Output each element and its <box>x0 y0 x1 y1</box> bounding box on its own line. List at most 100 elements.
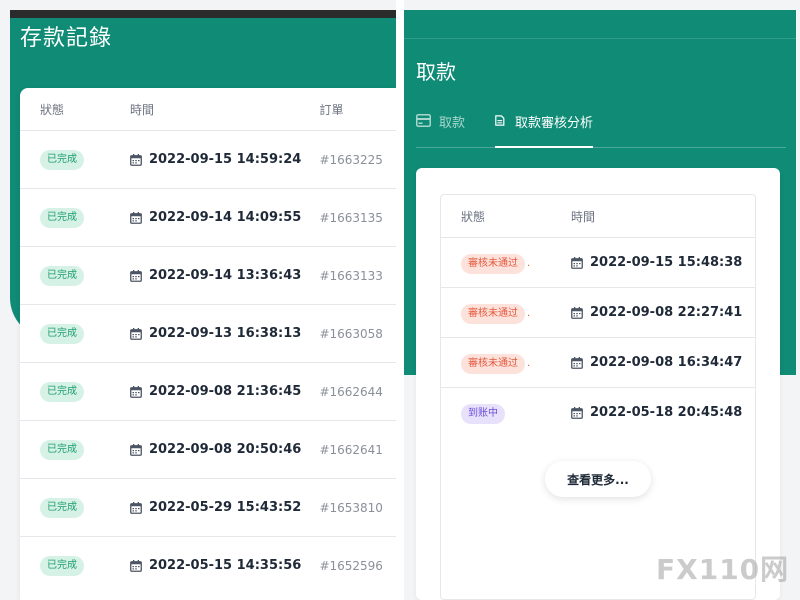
time-value: 2022-09-08 20:50:46 <box>148 442 302 457</box>
withdrawal-card: 狀態 時間 審核未通过. 2022-09-15 15:48:38 審核未通过. 202… <box>416 168 780 600</box>
order-id[interactable]: #1663225 <box>319 153 396 167</box>
status-badge: 已完成 <box>40 439 84 460</box>
order-id[interactable]: #1663133 <box>319 269 396 283</box>
time-cell: 2022-09-08 16:34:47 <box>571 355 742 370</box>
time-cell: 2022-05-15 14:35:56 <box>130 558 319 573</box>
calendar-icon <box>130 153 142 166</box>
status-cell: 已完成 <box>20 265 130 286</box>
card-icon <box>416 114 431 127</box>
calendar-icon <box>571 306 583 319</box>
status-badge: 已完成 <box>40 265 84 286</box>
time-value: 2022-09-08 22:27:41 <box>590 305 743 320</box>
calendar-icon <box>571 256 583 269</box>
order-id[interactable]: #1662644 <box>319 385 396 399</box>
status-cell: 審核未通过. <box>441 351 571 374</box>
status-cell: 已完成 <box>20 149 130 170</box>
tab-label: 取款 <box>439 116 466 131</box>
status-cell: 審核未通过. <box>441 301 571 324</box>
status-badge: 已完成 <box>40 381 84 402</box>
tab-withdraw-review[interactable]: 取款審核分析 <box>495 112 594 148</box>
calendar-icon <box>130 327 142 340</box>
time-cell: 2022-05-29 15:43:52 <box>130 500 319 515</box>
time-cell: 2022-05-18 20:45:48 <box>571 405 742 420</box>
header-time: 時間 <box>129 102 154 117</box>
time-value: 2022-09-15 14:59:24 <box>148 152 302 167</box>
time-cell: 2022-09-14 13:36:43 <box>130 268 319 283</box>
order-id[interactable]: #1652596 <box>319 559 396 573</box>
status-cell: 已完成 <box>20 497 130 518</box>
time-value: 2022-09-15 15:48:38 <box>590 255 743 270</box>
page-title: 取款 <box>416 60 456 84</box>
order-id[interactable]: #1653810 <box>319 501 396 515</box>
order-id[interactable]: #1662641 <box>319 443 396 457</box>
header-order: 訂單 <box>319 102 344 117</box>
status-dot: . <box>527 308 531 319</box>
table-header: 狀態 時間 訂單 <box>20 88 396 130</box>
tab-withdraw[interactable]: 取款 <box>416 112 465 148</box>
time-value: 2022-09-08 21:36:45 <box>148 384 302 399</box>
status-badge: 審核未通过 <box>461 304 525 324</box>
calendar-icon <box>130 385 142 398</box>
header-time: 時間 <box>571 209 596 224</box>
withdrawal-table: 狀態 時間 審核未通过. 2022-09-15 15:48:38 審核未通过. 202… <box>440 194 756 600</box>
tab-bar: 取款 取款審核分析 <box>416 112 786 148</box>
status-badge: 已完成 <box>40 555 84 576</box>
calendar-icon <box>571 406 583 419</box>
status-badge: 已完成 <box>40 207 84 228</box>
time-cell: 2022-09-08 22:27:41 <box>571 305 742 320</box>
table-row[interactable]: 已完成 2022-05-29 15:43:52 #1653810 <box>20 478 396 536</box>
deposit-records-panel: 存款記錄 狀態 時間 訂單 已完成 2022-09-15 14:59:24 #166… <box>0 0 396 600</box>
time-cell: 2022-09-14 14:09:55 <box>130 210 319 225</box>
status-cell: 已完成 <box>20 381 130 402</box>
table-row[interactable]: 到账中 2022-05-18 20:45:48 <box>441 387 755 437</box>
time-cell: 2022-09-15 14:59:24 <box>130 152 319 167</box>
time-value: 2022-09-13 16:38:13 <box>148 326 302 341</box>
header-status: 狀態 <box>40 102 65 117</box>
document-icon <box>495 115 505 126</box>
withdrawal-panel: 取款 取款 取款審核分析 狀態 時間 審核未通过. 2022-09-15 15:… <box>404 0 800 600</box>
status-cell: 審核未通过. <box>441 251 571 274</box>
table-row[interactable]: 已完成 2022-05-15 14:35:56 #1652596 <box>20 536 396 594</box>
calendar-icon <box>130 211 142 224</box>
time-value: 2022-05-29 15:43:52 <box>148 500 302 515</box>
status-cell: 已完成 <box>20 207 130 228</box>
table-header: 狀態 時間 <box>441 195 755 237</box>
deposit-table: 狀態 時間 訂單 已完成 2022-09-15 14:59:24 #1663225 已… <box>20 88 396 600</box>
order-id[interactable]: #1663058 <box>319 327 396 341</box>
table-row[interactable]: 已完成 2022-09-14 14:09:55 #1663135 <box>20 188 396 246</box>
table-row[interactable]: 已完成 2022-09-15 14:59:24 #1663225 <box>20 130 396 188</box>
watermark-logo: FX110网 <box>656 553 790 586</box>
table-row[interactable]: 已完成 2022-09-08 21:36:45 #1662644 <box>20 362 396 420</box>
calendar-icon <box>130 443 142 456</box>
table-row[interactable]: 審核未通过. 2022-09-08 16:34:47 <box>441 337 755 387</box>
order-id[interactable]: #1663135 <box>319 211 396 225</box>
load-more-button[interactable]: 查看更多... <box>545 461 651 497</box>
time-value: 2022-09-08 16:34:47 <box>590 355 743 370</box>
status-cell: 到账中 <box>441 401 571 424</box>
status-dot: . <box>527 358 531 369</box>
panel-divider <box>396 0 404 600</box>
calendar-icon <box>130 559 142 572</box>
calendar-icon <box>130 501 142 514</box>
time-value: 2022-09-14 14:09:55 <box>148 210 302 225</box>
status-badge: 已完成 <box>40 323 84 344</box>
time-value: 2022-09-14 13:36:43 <box>148 268 302 283</box>
time-cell: 2022-09-08 20:50:46 <box>130 442 319 457</box>
status-dot: . <box>527 258 531 269</box>
table-row[interactable]: 已完成 2022-09-08 20:50:46 #1662641 <box>20 420 396 478</box>
calendar-icon <box>130 269 142 282</box>
table-row[interactable]: 已完成 2022-09-13 16:38:13 #1663058 <box>20 304 396 362</box>
status-badge: 已完成 <box>40 497 84 518</box>
table-row[interactable]: 審核未通过. 2022-09-15 15:48:38 <box>441 237 755 287</box>
status-cell: 已完成 <box>20 323 130 344</box>
time-cell: 2022-09-08 21:36:45 <box>130 384 319 399</box>
table-row[interactable]: 審核未通过. 2022-09-08 22:27:41 <box>441 287 755 337</box>
header-divider <box>404 38 796 39</box>
header-status: 狀態 <box>461 209 486 224</box>
calendar-icon <box>571 356 583 369</box>
status-badge: 審核未通过 <box>461 254 525 274</box>
time-cell: 2022-09-15 15:48:38 <box>571 255 742 270</box>
table-row[interactable]: 已完成 2022-09-14 13:36:43 #1663133 <box>20 246 396 304</box>
status-badge: 審核未通过 <box>461 354 525 374</box>
status-cell: 已完成 <box>20 555 130 576</box>
